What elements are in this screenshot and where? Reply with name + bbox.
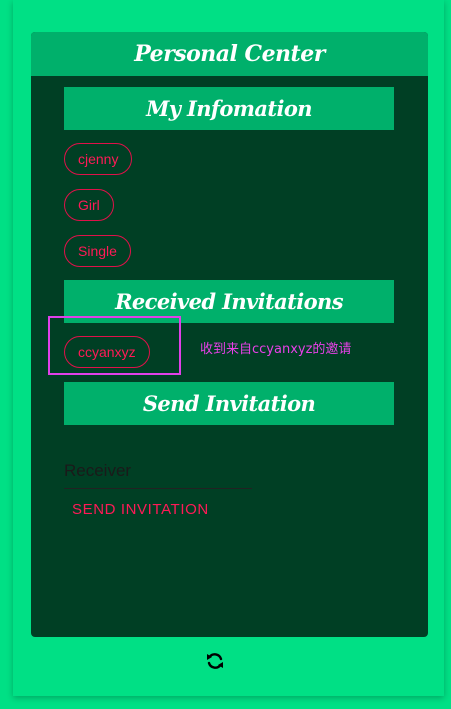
gender-chip[interactable]: Girl [64,189,114,221]
receiver-input[interactable] [64,454,252,489]
invitation-message: 收到来自ccyanxyz的邀请 [200,342,352,357]
received-invitations-heading: Received Invitations [64,280,394,323]
invitation-sender-chip[interactable]: ccyanxyz [64,336,150,368]
refresh-icon[interactable] [205,651,225,671]
page-title: Personal Center [31,32,428,76]
send-invitation-heading: Send Invitation [64,382,394,425]
my-information-heading: My Infomation [64,87,394,130]
status-chip[interactable]: Single [64,235,131,267]
send-invitation-button[interactable]: SEND INVITATION [64,497,217,521]
username-chip[interactable]: cjenny [64,143,133,175]
personal-center-panel: Personal Center My Infomation cjenny Gir… [31,32,428,637]
